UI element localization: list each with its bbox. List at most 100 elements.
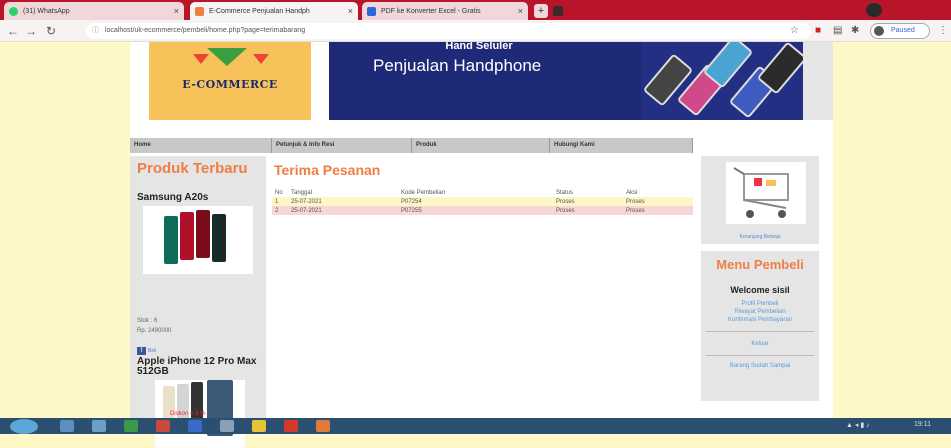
product-image[interactable] bbox=[143, 206, 253, 274]
taskbar-app-icon[interactable] bbox=[188, 420, 202, 432]
column-header: Status bbox=[556, 189, 574, 196]
sidebar-latest-products: Produk Terbaru Samsung A20s Stok : 6 Rp.… bbox=[130, 156, 266, 448]
nav-home[interactable]: Home bbox=[130, 138, 272, 153]
tab-search-icon[interactable] bbox=[553, 6, 563, 16]
forward-icon[interactable]: → bbox=[24, 24, 38, 38]
reload-icon[interactable]: ↻ bbox=[44, 24, 58, 38]
tab-pdf-converter[interactable]: PDF ke Konverter Excel - Gratis × bbox=[362, 2, 528, 20]
taskbar-app-icon[interactable] bbox=[60, 420, 74, 432]
column-header: Tanggal bbox=[291, 189, 313, 196]
tab-title: (31) WhatsApp bbox=[23, 7, 70, 15]
page-title: Terima Pesanan bbox=[274, 162, 381, 178]
cart-icon[interactable]: f bbox=[137, 347, 146, 355]
logo-text: E-COMMERCE bbox=[182, 78, 278, 91]
product-stock: Stok : 6 bbox=[137, 318, 158, 324]
cell-date: 25-07-2021 bbox=[291, 207, 322, 214]
close-icon[interactable]: × bbox=[348, 6, 353, 16]
phones-image bbox=[641, 42, 803, 120]
extensions-puzzle-icon[interactable]: ✱ bbox=[851, 25, 859, 37]
phone-image bbox=[180, 212, 194, 260]
welcome-text: Welcome sisil bbox=[730, 285, 790, 295]
avatar bbox=[874, 26, 884, 36]
header-banner: Hand Seluler Penjualan Handphone bbox=[329, 42, 803, 120]
whatsapp-icon bbox=[9, 6, 18, 16]
nav-petunjuk[interactable]: Petunjuk & Info Resi bbox=[272, 138, 412, 153]
close-icon[interactable]: × bbox=[174, 6, 179, 16]
nav-produk[interactable]: Produk bbox=[412, 138, 550, 153]
profile-label: Paused bbox=[891, 27, 915, 34]
cell-status: Proses bbox=[556, 207, 575, 214]
cell-action[interactable]: Proses bbox=[623, 206, 693, 215]
chrome-icon[interactable] bbox=[252, 420, 266, 432]
menu-link-payment[interactable]: Konfirmasi Pembayaran bbox=[701, 317, 819, 323]
divider bbox=[706, 355, 814, 356]
browser-profile-icon[interactable] bbox=[866, 3, 882, 17]
nav-hubungi[interactable]: Hubungi Kami bbox=[550, 138, 693, 153]
os-taskbar: ▲ ◂ ▮ ♪ 19:11 bbox=[0, 418, 951, 434]
buy-button[interactable]: Beli bbox=[148, 348, 156, 354]
back-icon[interactable]: ← bbox=[6, 24, 20, 38]
converter-favicon-icon bbox=[367, 6, 376, 16]
logo-icon bbox=[253, 54, 269, 64]
menu-title: Menu Pembeli bbox=[716, 257, 804, 272]
address-bar[interactable]: ⓘ localhost/uk-ecommerce/pembeli/home.ph… bbox=[86, 23, 811, 39]
clock[interactable]: 19:11 bbox=[914, 421, 931, 428]
cell-code: P07255 bbox=[401, 207, 422, 214]
cell-action[interactable]: Proses bbox=[623, 197, 693, 206]
sidebar-title: Produk Terbaru bbox=[137, 160, 248, 177]
taskbar-app-icon[interactable] bbox=[316, 420, 330, 432]
menu-link-received[interactable]: Barang Sudah Sampai bbox=[701, 363, 819, 369]
taskbar-app-icon[interactable] bbox=[284, 420, 298, 432]
table-header-row: No Tanggal Kode Pembelian Status Aksi bbox=[272, 188, 693, 197]
cell-code: P07254 bbox=[401, 198, 422, 205]
cell-date: 25-07-2021 bbox=[291, 198, 322, 205]
menu-link-profile[interactable]: Profil Pembeli bbox=[701, 301, 819, 307]
table-row: 2 25-07-2021 P07255 Proses Proses bbox=[272, 206, 693, 215]
extension-icon[interactable]: ■ bbox=[815, 25, 821, 37]
browser-tab-strip: (31) WhatsApp × E-Commerce Penjualan Han… bbox=[0, 0, 951, 20]
tray-icons[interactable]: ▲ ◂ ▮ ♪ bbox=[846, 421, 870, 429]
site-logo[interactable]: E-COMMERCE bbox=[149, 42, 311, 120]
bookmark-star-icon[interactable]: ☆ bbox=[790, 25, 799, 37]
taskbar-app-icon[interactable] bbox=[124, 420, 138, 432]
product-price: Rp. 2490000 bbox=[137, 328, 172, 334]
taskbar-app-icon[interactable] bbox=[92, 420, 106, 432]
cell-status: Proses bbox=[556, 198, 575, 205]
url-text: localhost/uk-ecommerce/pembeli/home.php?… bbox=[104, 27, 306, 34]
new-tab-button[interactable]: + bbox=[534, 4, 548, 18]
column-header: Kode Pembelian bbox=[401, 189, 446, 196]
tab-whatsapp[interactable]: (31) WhatsApp × bbox=[4, 2, 184, 20]
profile-button[interactable]: Paused bbox=[870, 23, 930, 39]
logo-icon bbox=[207, 48, 247, 66]
orders-table: No Tanggal Kode Pembelian Status Aksi 1 … bbox=[272, 188, 693, 215]
cart-widget: Keranjang Belanja bbox=[701, 156, 819, 244]
tab-ecommerce[interactable]: E-Commerce Penjualan Handph × bbox=[190, 2, 358, 20]
site-favicon-icon bbox=[195, 6, 204, 16]
taskbar-app-icon[interactable] bbox=[220, 420, 234, 432]
menu-link-history[interactable]: Riwayat Pembelian bbox=[701, 309, 819, 315]
cell-no: 2 bbox=[275, 207, 279, 214]
phone-image bbox=[164, 216, 178, 264]
column-header: No bbox=[275, 189, 283, 196]
info-icon: ⓘ bbox=[92, 27, 99, 34]
page-container: E-COMMERCE Hand Seluler Penjualan Handph… bbox=[130, 42, 833, 448]
start-button-icon[interactable] bbox=[10, 419, 38, 434]
tab-title: PDF ke Konverter Excel - Gratis bbox=[381, 7, 481, 15]
divider bbox=[706, 331, 814, 332]
cell-no: 1 bbox=[275, 198, 279, 205]
product-name[interactable]: Apple iPhone 12 Pro Max 512GB bbox=[137, 357, 265, 377]
banner-title: Penjualan Handphone bbox=[373, 56, 542, 75]
column-header: Aksi bbox=[626, 189, 638, 196]
tab-title: E-Commerce Penjualan Handph bbox=[209, 7, 310, 15]
buyer-menu: Menu Pembeli Welcome sisil Profil Pembel… bbox=[701, 251, 819, 401]
menu-kebab-icon[interactable]: ⋮ bbox=[938, 25, 948, 37]
extension-icon[interactable]: ▤ bbox=[833, 25, 842, 37]
main-nav: Home Petunjuk & Info Resi Produk Hubungi… bbox=[130, 138, 693, 153]
close-icon[interactable]: × bbox=[518, 6, 523, 16]
cart-link[interactable]: Keranjang Belanja bbox=[701, 234, 819, 240]
taskbar-app-icon[interactable] bbox=[156, 420, 170, 432]
logout-link[interactable]: Keluar bbox=[701, 341, 819, 347]
shopping-cart-icon[interactable] bbox=[726, 162, 806, 224]
product-name[interactable]: Samsung A20s bbox=[137, 192, 208, 203]
browser-toolbar: ← → ↻ ⓘ localhost/uk-ecommerce/pembeli/h… bbox=[0, 20, 951, 42]
